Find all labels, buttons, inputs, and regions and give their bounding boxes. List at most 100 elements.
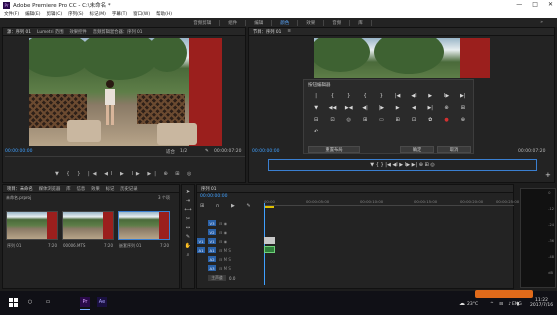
playhead[interactable] xyxy=(264,203,265,285)
ime-toolbar[interactable] xyxy=(475,290,533,298)
selection-tool-icon[interactable]: ➤ xyxy=(186,189,190,195)
button-icon[interactable]: ⊕ xyxy=(455,115,471,125)
minimize-button[interactable]: — xyxy=(516,0,522,10)
source-wrench-icon[interactable]: ✎ xyxy=(205,149,209,154)
tab-sequence[interactable]: 序列 01 xyxy=(201,186,216,192)
workspace-tab[interactable]: 效果 xyxy=(298,19,325,26)
project-item-thumbnail[interactable] xyxy=(6,211,58,240)
button-icon[interactable]: ◀ xyxy=(406,103,422,113)
menu-help[interactable]: 帮助(H) xyxy=(156,11,172,17)
tab-libraries[interactable]: 库 xyxy=(66,186,70,192)
tab-project[interactable]: 项目：未命名 xyxy=(7,186,33,192)
button-icon[interactable]: ◀| xyxy=(357,103,373,113)
source-patch-v1[interactable]: V1 xyxy=(197,238,205,244)
audio-clip[interactable] xyxy=(264,246,275,253)
tab-markers[interactable]: 标记 xyxy=(106,186,115,192)
weather-icon[interactable]: ☁ xyxy=(459,300,465,307)
button-icon[interactable]: ▶| xyxy=(455,91,471,101)
ripple-edit-tool-icon[interactable]: ⟷ xyxy=(184,207,191,213)
track-target-v1[interactable]: V1 xyxy=(208,238,216,244)
task-view-icon[interactable]: ▭ xyxy=(43,297,53,307)
track-target-a3[interactable]: A3 xyxy=(208,265,216,271)
track-target-a2[interactable]: A2 xyxy=(208,256,216,262)
track-toggles[interactable]: ⊟ M S xyxy=(219,266,231,271)
button-icon[interactable]: ⊡ xyxy=(406,115,422,125)
button-icon[interactable]: ▭ xyxy=(373,115,389,125)
tab-source[interactable]: 源：序列 01 xyxy=(7,29,31,35)
maximize-button[interactable]: □ xyxy=(532,0,538,10)
tab-lumetri-scopes[interactable]: Lumetri 范围 xyxy=(37,29,63,35)
tab-program[interactable]: 节目：序列 01 xyxy=(253,29,281,35)
button-icon[interactable]: |▶ xyxy=(373,103,389,113)
windows-icon[interactable] xyxy=(8,297,18,307)
track-toggles[interactable]: ⊟ ◉ xyxy=(219,230,227,235)
menu-marker[interactable]: 标记(M) xyxy=(90,11,106,17)
after-effects-taskbar-icon[interactable]: Ae xyxy=(97,297,107,307)
button-icon[interactable]: } xyxy=(373,91,389,101)
source-resolution-select[interactable]: 1/2 xyxy=(180,149,187,154)
track-target-v3[interactable]: V3 xyxy=(208,220,216,226)
tab-media-browser[interactable]: 媒体浏览器 xyxy=(39,186,60,192)
menu-edit[interactable]: 编辑(E) xyxy=(25,11,40,17)
workspace-more-button[interactable]: » xyxy=(532,20,551,25)
program-transport-controls[interactable]: ▼ { } |◀ ◀I ▶ I▶ ▶| ⊕ ⊞ ◎ xyxy=(370,162,434,168)
button-icon[interactable]: ◀◀ xyxy=(324,103,340,113)
close-button[interactable]: ✕ xyxy=(548,0,553,10)
video-clip[interactable] xyxy=(264,237,275,244)
button-icon[interactable]: { xyxy=(324,91,340,101)
track-toggles[interactable]: ⊟ M S xyxy=(219,257,231,262)
track-toggles[interactable]: ⊟ ◉ xyxy=(219,239,227,244)
workspace-tab-active[interactable]: 颜色 xyxy=(272,19,299,26)
button-icon[interactable]: ● xyxy=(438,115,454,125)
button-icon[interactable]: | xyxy=(308,91,324,101)
hand-tool-icon[interactable]: ✋ xyxy=(185,243,191,249)
work-area-bar[interactable] xyxy=(264,206,274,208)
menu-sequence[interactable]: 序列(S) xyxy=(68,11,83,17)
track-target-a1[interactable]: A1 xyxy=(208,247,216,253)
cancel-button[interactable]: 取消 xyxy=(437,146,471,153)
source-transport-controls[interactable]: ▼ { } |◀ ◀I ▶ I▶ ▶| ⊕ ⊞ ◎ xyxy=(55,171,194,177)
track-toggles[interactable]: ⊟ ◉ xyxy=(219,221,227,226)
button-icon[interactable]: ▶ xyxy=(389,103,405,113)
pen-tool-icon[interactable]: ✎ xyxy=(186,234,190,240)
button-icon[interactable]: ↶ xyxy=(308,127,324,137)
track-toggles[interactable]: ⊟ M S xyxy=(219,248,231,253)
button-icon[interactable]: ⊞ xyxy=(357,115,373,125)
button-icon[interactable]: ◀I xyxy=(406,91,422,101)
timeline-timecode[interactable]: 00:00:00:00 xyxy=(200,194,227,199)
tab-info[interactable]: 信息 xyxy=(77,186,86,192)
zoom-tool-icon[interactable]: ⌕ xyxy=(187,252,190,258)
button-icon[interactable]: } xyxy=(341,91,357,101)
project-item-thumbnail[interactable] xyxy=(62,211,114,240)
menu-window[interactable]: 窗口(W) xyxy=(133,11,150,17)
workspace-tab[interactable]: 编辑 xyxy=(246,19,273,26)
source-patch-a1[interactable]: A1 xyxy=(197,247,205,253)
program-panel-menu-icon[interactable]: ≡ xyxy=(287,29,291,34)
slip-tool-icon[interactable]: ↔ xyxy=(186,225,190,231)
workspace-tab[interactable]: 音频剪辑 xyxy=(185,19,221,26)
source-fit-select[interactable]: 适合 xyxy=(166,149,175,155)
reset-layout-button[interactable]: 重置布局 xyxy=(308,146,360,153)
button-icon[interactable]: ⊞ xyxy=(389,115,405,125)
track-select-tool-icon[interactable]: ⇥ xyxy=(186,198,190,204)
timeline-ruler[interactable] xyxy=(264,205,514,206)
program-timecode-current[interactable]: 00:00:00:00 xyxy=(252,149,279,154)
tab-history[interactable]: 历史记录 xyxy=(120,186,137,192)
search-icon[interactable]: ○ xyxy=(25,297,35,307)
workspace-tab[interactable]: 库 xyxy=(350,19,372,26)
workspace-tab[interactable]: 组件 xyxy=(220,19,247,26)
master-volume-value[interactable]: 0.0 xyxy=(229,276,235,281)
button-icon[interactable]: ▼ xyxy=(308,103,324,113)
button-icon[interactable]: ▶ xyxy=(422,91,438,101)
button-icon[interactable]: ⊡ xyxy=(324,115,340,125)
menu-file[interactable]: 文件(F) xyxy=(4,11,19,17)
add-button[interactable]: + xyxy=(545,171,551,179)
menu-clip[interactable]: 剪辑(C) xyxy=(46,11,62,17)
tab-effects[interactable]: 效果 xyxy=(91,186,100,192)
project-item-thumbnail-selected[interactable] xyxy=(118,211,170,240)
razor-tool-icon[interactable]: ✂ xyxy=(186,216,190,222)
button-icon[interactable]: ⊞ xyxy=(455,103,471,113)
button-icon[interactable]: ▶◀ xyxy=(341,103,357,113)
ok-button[interactable]: 确定 xyxy=(400,146,434,153)
menu-title[interactable]: 字幕(T) xyxy=(112,11,127,17)
